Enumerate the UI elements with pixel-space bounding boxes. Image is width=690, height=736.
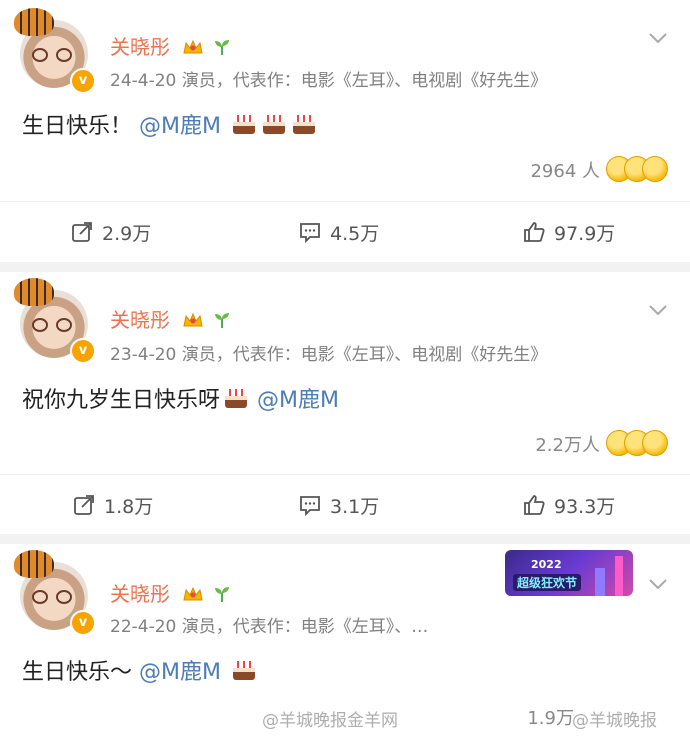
mention-link[interactable]: @M鹿M bbox=[257, 388, 339, 413]
sprout-icon bbox=[214, 587, 229, 602]
action-bar: 2.9万 4.5万 97.9万 bbox=[0, 201, 690, 262]
author-name[interactable]: 关晓彤 bbox=[110, 578, 231, 607]
cake-icon bbox=[292, 115, 315, 134]
cake-icon bbox=[262, 115, 285, 134]
crown-icon bbox=[183, 39, 203, 54]
post-meta: 24-4-20 演员，代表作：电影《左耳》、电视剧《好先生》 bbox=[110, 71, 548, 91]
action-bar: 1.8万 3.1万 93.3万 bbox=[0, 474, 690, 535]
verified-icon: v bbox=[70, 610, 96, 636]
like-button[interactable]: 97.9万 bbox=[522, 202, 615, 262]
comment-icon bbox=[300, 496, 320, 517]
chevron-down-icon[interactable] bbox=[648, 578, 668, 590]
avatar[interactable]: v bbox=[14, 550, 102, 638]
repost-icon bbox=[74, 495, 94, 515]
watermark: @羊城晚报金羊网 bbox=[262, 711, 398, 731]
like-summary[interactable]: 1.9万 bbox=[527, 704, 574, 730]
tiger-hat-icon bbox=[14, 278, 54, 306]
post-text: 生日快乐！ @M鹿M bbox=[22, 108, 318, 140]
mention-link[interactable]: @M鹿M bbox=[139, 114, 221, 139]
sprout-icon bbox=[214, 40, 229, 55]
verified-icon: v bbox=[70, 68, 96, 94]
watermark: @羊城晚报 bbox=[572, 711, 657, 731]
weibo-post-1: v 关晓彤 24-4-20 演员，代表作：电影《左耳》、电视剧《好先生》 生日快… bbox=[0, 0, 690, 262]
banner-year: 2022 bbox=[531, 558, 562, 571]
comment-button[interactable]: 3.1万 bbox=[298, 475, 379, 535]
banner-title: 超级狂欢节 bbox=[513, 574, 582, 591]
tiger-hat-icon bbox=[14, 8, 54, 36]
repost-button[interactable]: 2.9万 bbox=[70, 202, 151, 262]
like-icon bbox=[524, 222, 545, 242]
verified-icon: v bbox=[70, 338, 96, 364]
tiger-hat-icon bbox=[14, 550, 54, 578]
post-meta: 22-4-20 演员，代表作：电影《左耳》、… bbox=[110, 617, 429, 637]
cake-icon bbox=[232, 661, 255, 680]
mention-link[interactable]: @M鹿M bbox=[139, 660, 221, 685]
post-meta: 23-4-20 演员，代表作：电影《左耳》、电视剧《好先生》 bbox=[110, 345, 548, 365]
chevron-down-icon[interactable] bbox=[648, 32, 668, 44]
like-button[interactable]: 93.3万 bbox=[522, 475, 615, 535]
banner-skyline-graphic bbox=[595, 568, 605, 596]
cake-icon bbox=[232, 115, 255, 134]
chevron-down-icon[interactable] bbox=[648, 304, 668, 316]
sprout-icon bbox=[214, 313, 229, 328]
author-name[interactable]: 关晓彤 bbox=[110, 304, 231, 333]
post-text: 祝你九岁生日快乐呀 @M鹿M bbox=[22, 388, 339, 413]
like-summary[interactable]: 2964 人 bbox=[530, 156, 668, 184]
avatar[interactable]: v bbox=[14, 8, 102, 96]
repost-button[interactable]: 1.8万 bbox=[72, 475, 153, 535]
avatar[interactable]: v bbox=[14, 278, 102, 366]
comment-icon bbox=[300, 223, 320, 244]
festival-banner[interactable]: 2022 超级狂欢节 bbox=[505, 550, 633, 596]
weibo-post-2: v 关晓彤 23-4-20 演员，代表作：电影《左耳》、电视剧《好先生》 祝你九… bbox=[0, 272, 690, 534]
reaction-emoji-icon bbox=[606, 430, 668, 458]
reaction-emoji-icon bbox=[606, 156, 668, 184]
author-name[interactable]: 关晓彤 bbox=[110, 31, 231, 60]
crown-icon bbox=[183, 312, 203, 327]
cake-icon bbox=[225, 389, 248, 408]
comment-button[interactable]: 4.5万 bbox=[298, 202, 379, 262]
like-icon bbox=[524, 495, 545, 515]
post-divider bbox=[0, 534, 690, 544]
repost-icon bbox=[72, 222, 92, 242]
banner-skyline-graphic bbox=[615, 556, 623, 596]
post-text: 生日快乐～ @M鹿M bbox=[22, 654, 258, 686]
post-divider bbox=[0, 262, 690, 272]
like-summary[interactable]: 2.2万人 bbox=[535, 430, 668, 458]
crown-icon bbox=[183, 586, 203, 601]
